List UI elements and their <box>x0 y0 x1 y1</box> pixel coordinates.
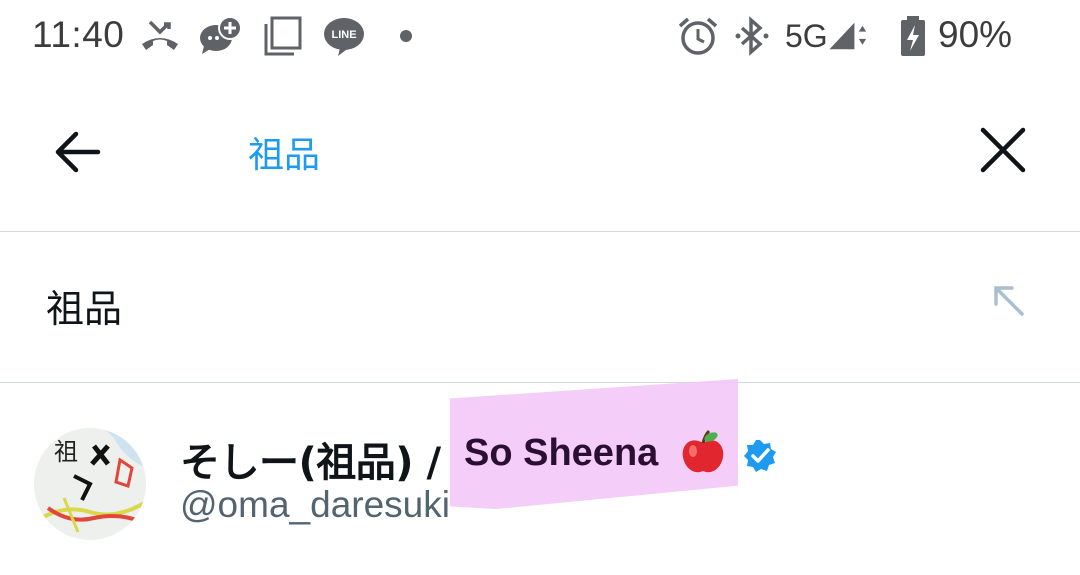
user-display-name-en: So Sheena <box>464 432 659 474</box>
avatar-text: 祖 <box>54 438 78 466</box>
close-icon[interactable] <box>975 122 1031 178</box>
user-handle: @oma_daresuki <box>180 484 450 525</box>
copy-icon <box>264 16 302 56</box>
network-type: 5G <box>785 18 828 54</box>
search-header <box>0 72 1080 230</box>
battery-charging-icon <box>901 16 925 56</box>
bluetooth-icon <box>735 16 769 56</box>
status-bar: 11:40 LINE 5G 90% <box>0 0 1080 72</box>
missed-call-icon <box>142 20 178 50</box>
arrow-left-icon[interactable] <box>50 122 110 182</box>
search-input[interactable] <box>248 124 888 180</box>
status-time: 11:40 <box>32 14 125 55</box>
chat-plus-icon <box>200 16 242 54</box>
apple-emoji <box>682 429 724 473</box>
line-app-icon: LINE <box>324 18 364 56</box>
battery-percent: 90% <box>938 14 1013 55</box>
svg-text:LINE: LINE <box>331 29 356 41</box>
avatar-image: 祖 <box>34 428 146 540</box>
verified-badge-icon <box>744 440 776 472</box>
signal-icon <box>829 22 867 50</box>
alarm-icon <box>678 17 718 55</box>
divider <box>0 382 1080 383</box>
user-display-name: そしー(祖品) / <box>180 440 441 486</box>
notification-dot <box>400 30 412 42</box>
avatar[interactable]: 祖 <box>34 428 146 540</box>
arrow-up-left-icon[interactable] <box>988 280 1028 320</box>
search-suggestion[interactable]: 祖品 <box>0 232 1080 382</box>
suggestion-text: 祖品 <box>46 287 123 331</box>
